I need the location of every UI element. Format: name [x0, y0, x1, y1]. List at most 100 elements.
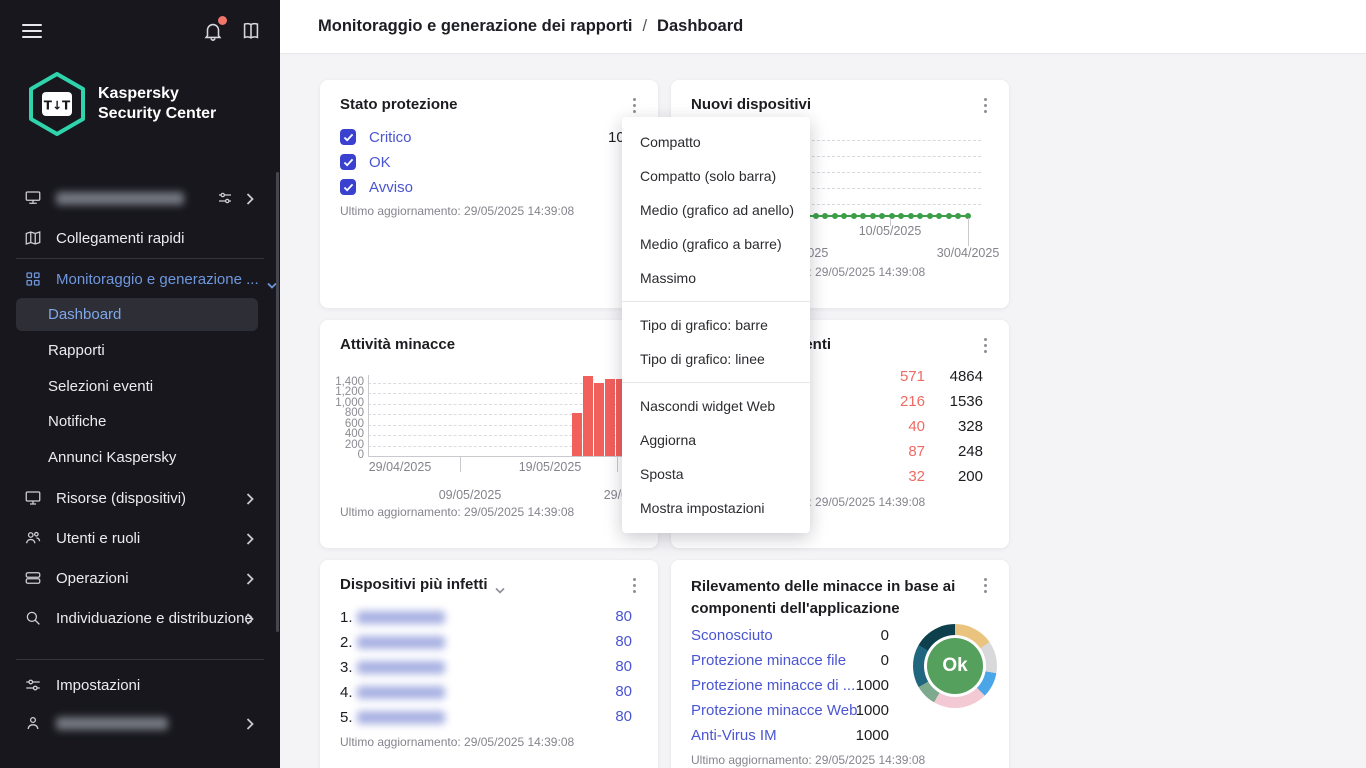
sidebar-item-label: Annunci Kaspersky	[48, 448, 177, 466]
threat-activity-bar-chart: 1,400 1,200 1,000 800 600 400 200 0 29/04/2025 …	[335, 366, 666, 516]
chevron-down-icon[interactable]	[494, 581, 505, 594]
chevron-right-icon	[246, 492, 254, 505]
status-link[interactable]: Avviso	[369, 179, 413, 196]
menu-item-show-settings[interactable]: Mostra impostazioni	[622, 491, 810, 525]
sidebar-item-monitoring[interactable]: Monitoraggio e generazione ...	[0, 259, 280, 299]
widget-title: Attività minacce	[340, 336, 456, 353]
status-link[interactable]: OK	[369, 154, 391, 171]
breadcrumb-parent[interactable]: Monitoraggio e generazione dei rapporti	[318, 17, 632, 36]
sidebar-item-dashboard-active[interactable]: Dashboard	[16, 298, 258, 331]
menu-item-medium-donut[interactable]: Medio (grafico ad anello)	[622, 193, 810, 227]
checkbox-checked[interactable]	[340, 129, 356, 145]
device-count[interactable]: 80	[592, 683, 632, 700]
widget-title[interactable]: Dispositivi più infetti	[340, 576, 488, 593]
device-count[interactable]: 80	[592, 708, 632, 725]
sidebar-item-server[interactable]	[0, 178, 280, 218]
kebab-menu-icon[interactable]	[976, 575, 994, 595]
sidebar-item-label: Notifiche	[48, 412, 107, 430]
dashboard-content: Stato protezione Critico OK Avviso 1000 …	[280, 54, 1366, 768]
sidebar-item-event-selections[interactable]: Selezioni eventi	[0, 366, 280, 406]
menu-item-compact-bar-only[interactable]: Compatto (solo barra)	[622, 159, 810, 193]
menu-item-refresh[interactable]: Aggiorna	[622, 423, 810, 457]
menu-item-medium-bar[interactable]: Medio (grafico a barre)	[622, 227, 810, 261]
checkbox-checked[interactable]	[340, 179, 356, 195]
sidebar-item-users-roles[interactable]: Utenti e ruoli	[0, 518, 280, 558]
widget-title-row: Dispositivi più infetti	[340, 576, 505, 594]
sidebar-item-discovery[interactable]: Individuazione e distribuzione	[0, 598, 280, 638]
device-row: 2.	[340, 633, 445, 651]
device-name-redacted[interactable]	[356, 610, 445, 624]
menu-item-maximum[interactable]: Massimo	[622, 261, 810, 295]
dashboard-grid-icon	[24, 270, 42, 288]
menu-item-chart-type-lines[interactable]: Tipo di grafico: linee	[622, 342, 810, 376]
chevron-right-icon[interactable]	[246, 192, 254, 205]
kebab-menu-icon[interactable]	[976, 335, 994, 355]
component-link[interactable]: Protezione minacce Web	[691, 702, 857, 719]
sidebar-item-quick-links[interactable]: Collegamenti rapidi	[0, 218, 280, 258]
status-link[interactable]: Critico	[369, 129, 412, 146]
server-properties-sliders-icon[interactable]	[216, 189, 234, 207]
device-name-redacted[interactable]	[356, 685, 445, 699]
sidebar-item-label: Utenti e ruoli	[56, 529, 141, 547]
widget-title: Stato protezione	[340, 96, 458, 113]
data-point	[860, 213, 867, 219]
sidebar-item-announcements[interactable]: Annunci Kaspersky	[0, 437, 280, 477]
event-count-red: 571	[899, 368, 925, 385]
event-count-total: 328	[957, 418, 983, 435]
hamburger-menu-icon[interactable]	[22, 24, 42, 38]
menu-item-move[interactable]: Sposta	[622, 457, 810, 491]
data-point	[926, 213, 933, 219]
server-icon	[24, 189, 42, 207]
x-axis-label: 30/04/2025	[936, 246, 1000, 260]
component-count: 0	[880, 652, 889, 669]
checkbox-checked[interactable]	[340, 154, 356, 170]
data-point	[822, 213, 829, 219]
menu-item-compact[interactable]: Compatto	[622, 125, 810, 159]
component-count: 0	[880, 627, 889, 644]
sidebar-item-operations[interactable]: Operazioni	[0, 558, 280, 598]
sidebar-item-notifications[interactable]: Notifiche	[0, 401, 280, 441]
kebab-menu-icon[interactable]	[625, 95, 643, 115]
component-count: 1000	[855, 727, 889, 744]
x-axis-label: 09/05/2025	[438, 488, 502, 502]
kebab-menu-icon[interactable]	[625, 575, 643, 595]
notifications-bell-icon[interactable]	[202, 16, 227, 42]
device-row: 4.	[340, 683, 445, 701]
data-point	[841, 213, 848, 219]
widget-threat-activity: Attività minacce 1,400 1,200 1,000 800 600 40…	[320, 320, 666, 548]
component-link[interactable]: Protezione minacce file	[691, 652, 846, 669]
svg-text:T↓T: T↓T	[44, 99, 71, 113]
brand-line1: Kaspersky	[98, 85, 179, 102]
menu-item-chart-type-bars[interactable]: Tipo di grafico: barre	[622, 308, 810, 342]
users-icon	[24, 529, 42, 547]
device-count[interactable]: 80	[592, 608, 632, 625]
search-icon	[24, 609, 42, 627]
component-link[interactable]: Anti-Virus IM	[691, 727, 777, 744]
sidebar-scrollbar[interactable]	[276, 172, 279, 632]
help-book-icon[interactable]	[240, 20, 262, 42]
event-count-red: 87	[908, 443, 925, 460]
device-count[interactable]: 80	[592, 658, 632, 675]
component-link[interactable]: Protezione minacce di ...	[691, 677, 855, 694]
sidebar-item-label: Risorse (dispositivi)	[56, 489, 187, 507]
device-name-redacted[interactable]	[356, 660, 445, 674]
sidebar-item-label: Operazioni	[56, 569, 129, 587]
sidebar-item-reports[interactable]: Rapporti	[0, 330, 280, 370]
last-updated: Ultimo aggiornamento: 29/05/2025 14:39:0…	[340, 505, 575, 519]
sidebar-item-user-account[interactable]	[0, 703, 280, 743]
component-link[interactable]: Sconosciuto	[691, 627, 773, 644]
device-name-redacted[interactable]	[356, 710, 445, 724]
status-donut-chart: Ok	[913, 624, 997, 708]
sidebar-item-settings[interactable]: Impostazioni	[0, 665, 280, 705]
data-point	[869, 213, 876, 219]
event-count-total: 248	[957, 443, 983, 460]
device-row: 1.	[340, 608, 445, 626]
device-name-redacted[interactable]	[356, 635, 445, 649]
kebab-menu-icon[interactable]	[976, 95, 994, 115]
sidebar: T↓T Kaspersky Security Center Collegamen…	[0, 0, 280, 768]
device-count[interactable]: 80	[592, 633, 632, 650]
map-icon	[24, 229, 42, 247]
menu-item-hide-widget[interactable]: Nascondi widget Web	[622, 389, 810, 423]
sidebar-item-label: Individuazione e distribuzione	[56, 609, 253, 627]
sidebar-item-assets[interactable]: Risorse (dispositivi)	[0, 478, 280, 518]
